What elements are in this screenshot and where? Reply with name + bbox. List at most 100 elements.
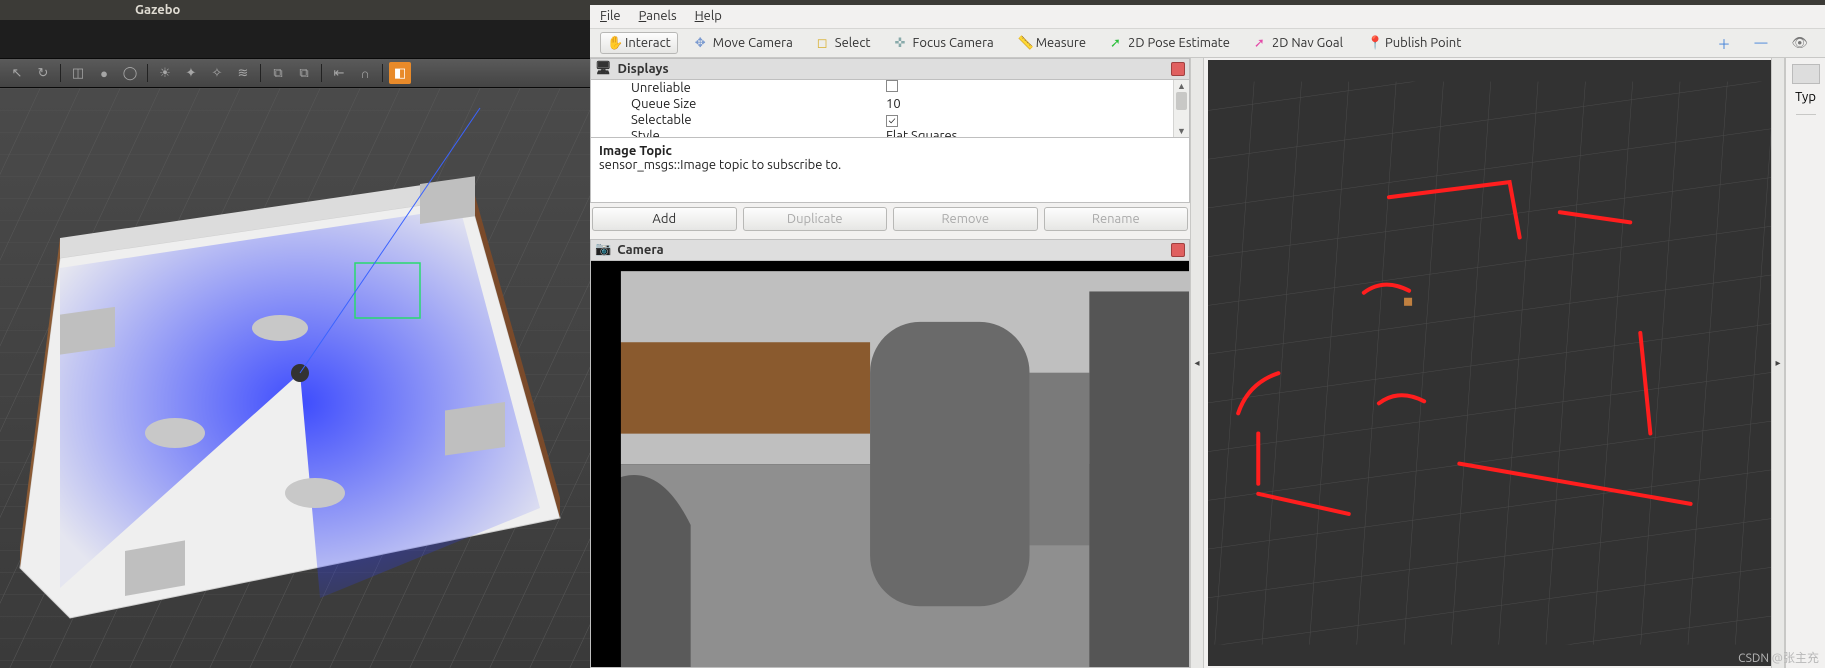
rviz-3d-viewport[interactable]	[1208, 60, 1771, 666]
property-list[interactable]: Unreliable Queue Size 10 Selectable ✓ St…	[591, 80, 1173, 137]
properties-scrollbar[interactable]: ▲ ▼	[1173, 80, 1189, 137]
displays-title-label: Displays	[618, 62, 669, 76]
panel-splitter-left[interactable]: ◂	[1190, 58, 1204, 668]
pin-icon: 📍	[1367, 36, 1381, 50]
select-icon: ◻	[817, 36, 831, 50]
description-title: Image Topic	[599, 144, 672, 158]
panel-splitter-right[interactable]: ▸	[1771, 58, 1785, 668]
eye-icon[interactable]: 👁	[1784, 32, 1815, 55]
measure-label: Measure	[1036, 36, 1086, 50]
arrow-pink-icon: ➚	[1254, 36, 1268, 50]
focus-camera-button[interactable]: ✜ Focus Camera	[888, 32, 1001, 54]
rviz-left-column: 🖥 Displays Unreliable Queue Size 10 Sele…	[590, 58, 1190, 668]
gazebo-scene	[0, 88, 590, 668]
property-row-style[interactable]: Style Flat Squares	[591, 128, 1173, 137]
gazebo-window: Gazebo ↖ ↻ ◫ ● ◯ ☀ ✦ ✧ ≋ ⧉ ⧉ ⇤ ∩ ◧	[0, 0, 590, 668]
toolbar-divider	[382, 64, 383, 82]
rviz-toolbar: ✋ Interact ✥ Move Camera ◻ Select ✜ Focu…	[590, 28, 1825, 57]
property-key: Queue Size	[591, 97, 886, 111]
property-key: Style	[591, 129, 886, 137]
select-button[interactable]: ◻ Select	[810, 32, 878, 54]
light-icon[interactable]: ✦	[180, 62, 202, 84]
description-body: sensor_msgs::Image topic to subscribe to…	[599, 158, 841, 172]
interact-button[interactable]: ✋ Interact	[600, 32, 678, 54]
magnet-icon[interactable]: ∩	[354, 62, 376, 84]
lines-icon[interactable]: ≋	[232, 62, 254, 84]
displays-properties: Unreliable Queue Size 10 Selectable ✓ St…	[590, 80, 1190, 138]
cube-icon[interactable]: ◫	[67, 62, 89, 84]
cylinder-icon[interactable]: ◯	[119, 62, 141, 84]
publish-point-button[interactable]: 📍 Publish Point	[1360, 32, 1468, 54]
rviz-right-sidebar: Typ	[1785, 58, 1825, 668]
focus-camera-label: Focus Camera	[913, 36, 994, 50]
menu-panels[interactable]: Panels	[639, 9, 677, 23]
scroll-thumb[interactable]	[1176, 92, 1187, 110]
displays-button-row: Add Duplicate Remove Rename	[590, 203, 1190, 235]
move-camera-button[interactable]: ✥ Move Camera	[688, 32, 800, 54]
plus-button[interactable]: ＋	[1711, 30, 1738, 57]
scroll-down-icon[interactable]: ▼	[1174, 125, 1189, 137]
toolbar-divider	[60, 64, 61, 82]
ruler-icon: 📏	[1018, 36, 1032, 50]
add-button[interactable]: Add	[592, 207, 737, 231]
checkbox-selectable[interactable]: ✓	[886, 115, 898, 127]
select-label: Select	[835, 36, 871, 50]
camera-icon: 📷	[595, 242, 611, 257]
toolbar-divider	[321, 64, 322, 82]
displays-panel-title[interactable]: 🖥 Displays	[590, 58, 1190, 80]
side-panel-label: Typ	[1795, 90, 1816, 104]
minus-button[interactable]: —	[1748, 32, 1775, 54]
property-row-selectable[interactable]: Selectable ✓	[591, 112, 1173, 128]
move-camera-label: Move Camera	[713, 36, 793, 50]
toolbar-divider	[147, 64, 148, 82]
views-icon[interactable]	[1792, 64, 1820, 84]
rviz-3d-scene	[1208, 60, 1771, 666]
close-icon[interactable]	[1171, 243, 1185, 257]
property-key: Selectable	[591, 113, 886, 127]
duplicate-button[interactable]: Duplicate	[743, 207, 888, 231]
box-icon[interactable]: ◧	[389, 62, 411, 84]
pose-estimate-label: 2D Pose Estimate	[1128, 36, 1230, 50]
sphere-icon[interactable]: ●	[93, 62, 115, 84]
property-row-queue-size[interactable]: Queue Size 10	[591, 96, 1173, 112]
spot-icon[interactable]: ✧	[206, 62, 228, 84]
pose-estimate-button[interactable]: ➚ 2D Pose Estimate	[1103, 32, 1237, 54]
hand-icon: ✋	[607, 36, 621, 50]
paste-icon[interactable]: ⧉	[293, 62, 315, 84]
nav-goal-label: 2D Nav Goal	[1272, 36, 1343, 50]
copy-icon[interactable]: ⧉	[267, 62, 289, 84]
measure-button[interactable]: 📏 Measure	[1011, 32, 1093, 54]
sun-icon[interactable]: ☀	[154, 62, 176, 84]
gazebo-viewport[interactable]	[0, 88, 590, 668]
move-icon: ✥	[695, 36, 709, 50]
rename-button[interactable]: Rename	[1044, 207, 1189, 231]
gazebo-menubar-area	[0, 20, 590, 58]
sidebar-divider	[1796, 114, 1816, 115]
remove-button[interactable]: Remove	[893, 207, 1038, 231]
property-row-unreliable[interactable]: Unreliable	[591, 80, 1173, 96]
camera-panel-title[interactable]: 📷 Camera	[590, 239, 1190, 261]
rviz-body: 🖥 Displays Unreliable Queue Size 10 Sele…	[590, 58, 1825, 668]
property-value[interactable]: 10	[886, 97, 1173, 111]
menu-file[interactable]: File	[600, 9, 621, 23]
interact-label: Interact	[625, 36, 671, 50]
menu-help[interactable]: Help	[695, 9, 722, 23]
redo-icon[interactable]: ↻	[32, 62, 54, 84]
align-icon[interactable]: ⇤	[328, 62, 350, 84]
camera-viewport[interactable]	[590, 261, 1190, 668]
camera-title-label: Camera	[617, 243, 663, 257]
toolbar-divider	[260, 64, 261, 82]
rviz-window: File Panels Help ✋ Interact ✥ Move Camer…	[590, 0, 1825, 668]
arrow-green-icon: ➚	[1110, 36, 1124, 50]
gazebo-titlebar: Gazebo	[0, 0, 590, 20]
checkbox-unreliable[interactable]	[886, 80, 898, 92]
publish-point-label: Publish Point	[1385, 36, 1461, 50]
close-icon[interactable]	[1171, 62, 1185, 76]
property-value[interactable]: Flat Squares	[886, 129, 1173, 137]
nav-goal-button[interactable]: ➚ 2D Nav Goal	[1247, 32, 1350, 54]
property-key: Unreliable	[591, 81, 886, 95]
rviz-menubar: File Panels Help	[590, 5, 1825, 29]
scroll-up-icon[interactable]: ▲	[1174, 80, 1189, 92]
gazebo-title: Gazebo	[135, 3, 180, 17]
arrow-icon[interactable]: ↖	[6, 62, 28, 84]
